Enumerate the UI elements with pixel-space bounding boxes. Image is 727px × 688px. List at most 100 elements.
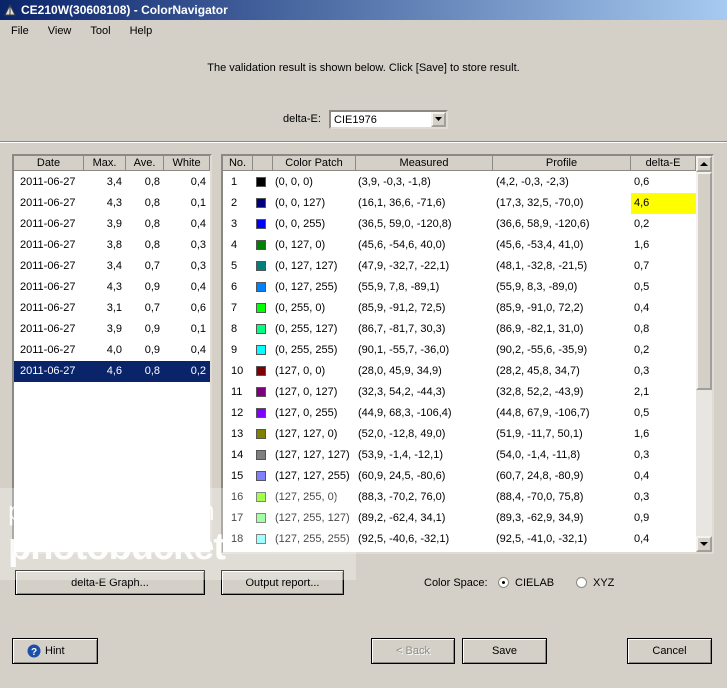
max-cell: 3,4 bbox=[106, 176, 122, 188]
table-row[interactable]: 2011-06-27 3,1 0,7 0,6 bbox=[14, 298, 210, 319]
no-cell: 4 bbox=[231, 239, 238, 251]
save-label: Save bbox=[491, 645, 518, 657]
hint-button[interactable]: ? Hint bbox=[12, 638, 98, 664]
white-cell: 0,4 bbox=[190, 218, 206, 230]
table-row[interactable]: 2011-06-27 3,9 0,8 0,4 bbox=[14, 214, 210, 235]
watermark-line2: photobucket bbox=[8, 526, 226, 568]
color-swatch bbox=[256, 219, 266, 229]
no-cell: 2 bbox=[231, 197, 238, 209]
color-patch-cell: (127, 0, 255) bbox=[275, 407, 338, 419]
table-row[interactable]: 2011-06-27 3,4 0,8 0,4 bbox=[14, 172, 210, 193]
table-row[interactable]: 14 (127, 127, 127) (53,9, -1,4, -12,1) (54,… bbox=[223, 445, 696, 466]
save-button[interactable]: Save bbox=[462, 638, 547, 664]
menu-help[interactable]: Help bbox=[122, 25, 161, 37]
measured-cell: (16,1, 36,6, -71,6) bbox=[358, 197, 446, 209]
delta-e-cell: 0,3 bbox=[634, 449, 650, 461]
white-cell: 0,4 bbox=[190, 344, 206, 356]
column-header-date[interactable]: Date bbox=[14, 156, 84, 171]
arrow-down-icon bbox=[700, 542, 708, 546]
measured-cell: (89,2, -62,4, 34,1) bbox=[358, 512, 446, 524]
table-row[interactable]: 5 (0, 127, 127) (47,9, -32,7, -22,1) (48,1,… bbox=[223, 256, 696, 277]
ave-cell: 0,9 bbox=[144, 281, 160, 293]
patch-table[interactable]: No. Color Patch Measured Profile delta-E… bbox=[221, 154, 714, 554]
color-swatch bbox=[256, 303, 266, 313]
column-header-ave[interactable]: Ave. bbox=[126, 156, 164, 171]
output-report-button[interactable]: Output report... bbox=[221, 570, 344, 595]
profile-cell: (48,1, -32,8, -21,5) bbox=[496, 260, 588, 272]
scroll-down-button[interactable] bbox=[696, 536, 712, 552]
table-row[interactable]: 13 (127, 127, 0) (52,0, -12,8, 49,0) (51,9,… bbox=[223, 424, 696, 445]
table-row[interactable]: 17 (127, 255, 127) (89,2, -62,4, 34,1) (89,… bbox=[223, 508, 696, 529]
menu-view[interactable]: View bbox=[40, 25, 80, 37]
table-row[interactable]: 1 (0, 0, 0) (3,9, -0,3, -1,8) (4,2, -0,3, -… bbox=[223, 172, 696, 193]
menu-file[interactable]: File bbox=[3, 25, 37, 37]
max-cell: 3,9 bbox=[106, 218, 122, 230]
color-patch-cell: (127, 127, 127) bbox=[275, 449, 350, 461]
scroll-up-button[interactable] bbox=[696, 156, 712, 172]
table-row[interactable]: 8 (0, 255, 127) (86,7, -81,7, 30,3) (86,9, … bbox=[223, 319, 696, 340]
cancel-button[interactable]: Cancel bbox=[627, 638, 712, 664]
dropdown-button[interactable] bbox=[431, 112, 446, 127]
column-header-no[interactable]: No. bbox=[223, 156, 253, 171]
column-header-color-patch[interactable]: Color Patch bbox=[273, 156, 356, 171]
color-patch-cell: (127, 0, 0) bbox=[275, 365, 326, 377]
table-row[interactable]: 10 (127, 0, 0) (28,0, 45,9, 34,9) (28,2, 45… bbox=[223, 361, 696, 382]
table-row[interactable]: 2011-06-27 3,8 0,8 0,3 bbox=[14, 235, 210, 256]
vertical-scrollbar[interactable] bbox=[696, 156, 712, 552]
menu-tool[interactable]: Tool bbox=[82, 25, 118, 37]
table-row[interactable]: 9 (0, 255, 255) (90,1, -55,7, -36,0) (90,2,… bbox=[223, 340, 696, 361]
svg-text:?: ? bbox=[31, 647, 37, 658]
no-cell: 1 bbox=[231, 176, 238, 188]
measured-cell: (53,9, -1,4, -12,1) bbox=[358, 449, 443, 461]
no-cell: 9 bbox=[231, 344, 238, 356]
ave-cell: 0,8 bbox=[144, 176, 160, 188]
no-cell: 10 bbox=[231, 365, 244, 377]
column-header-white[interactable]: White bbox=[164, 156, 210, 171]
table-row[interactable]: 4 (0, 127, 0) (45,6, -54,6, 40,0) (45,6, -5… bbox=[223, 235, 696, 256]
color-swatch bbox=[256, 282, 266, 292]
white-cell: 0,1 bbox=[190, 197, 206, 209]
table-row[interactable]: 2011-06-27 4,3 0,9 0,4 bbox=[14, 277, 210, 298]
table-row[interactable]: 2011-06-27 4,3 0,8 0,1 bbox=[14, 193, 210, 214]
delta-e-value: CIE1976 bbox=[334, 114, 377, 126]
table-row[interactable]: 16 (127, 255, 0) (88,3, -70,2, 76,0) (88,4,… bbox=[223, 487, 696, 508]
output-report-label: Output report... bbox=[245, 577, 320, 589]
delta-e-select[interactable]: CIE1976 bbox=[329, 110, 448, 129]
scroll-thumb[interactable] bbox=[696, 172, 712, 390]
no-cell: 18 bbox=[231, 533, 244, 545]
column-header-profile[interactable]: Profile bbox=[493, 156, 631, 171]
column-header-delta-e[interactable]: delta-E bbox=[631, 156, 696, 171]
column-header-max[interactable]: Max. bbox=[84, 156, 126, 171]
back-button[interactable]: < Back bbox=[371, 638, 455, 664]
max-cell: 4,3 bbox=[106, 281, 122, 293]
color-swatch bbox=[256, 513, 266, 523]
table-row[interactable]: 7 (0, 255, 0) (85,9, -91,2, 72,5) (85,9, -9… bbox=[223, 298, 696, 319]
table-row[interactable]: 12 (127, 0, 255) (44,9, 68,3, -106,4) (44,8… bbox=[223, 403, 696, 424]
table-row[interactable]: 6 (0, 127, 255) (55,9, 7,8, -89,1) (55,9, 8… bbox=[223, 277, 696, 298]
table-row[interactable]: 11 (127, 0, 127) (32,3, 54,2, -44,3) (32,8,… bbox=[223, 382, 696, 403]
measured-cell: (85,9, -91,2, 72,5) bbox=[358, 302, 446, 314]
radio-cielab[interactable] bbox=[498, 577, 509, 588]
table-row[interactable]: 2011-06-27 4,6 0,8 0,2 bbox=[14, 361, 210, 382]
table-row[interactable]: 2 (0, 0, 127) (16,1, 36,6, -71,6) (17,3, 32… bbox=[223, 193, 698, 214]
profile-cell: (44,8, 67,9, -106,7) bbox=[496, 407, 590, 419]
color-patch-cell: (127, 255, 255) bbox=[275, 533, 350, 545]
table-row[interactable]: 2011-06-27 3,4 0,7 0,3 bbox=[14, 256, 210, 277]
profile-cell: (90,2, -55,6, -35,9) bbox=[496, 344, 588, 356]
delta-e-graph-button[interactable]: delta-E Graph... bbox=[15, 570, 205, 595]
table-row[interactable]: 18 (127, 255, 255) (92,5, -40,6, -32,1) (92… bbox=[223, 529, 696, 550]
no-cell: 17 bbox=[231, 512, 244, 524]
profile-cell: (60,7, 24,8, -80,9) bbox=[496, 470, 584, 482]
history-table[interactable]: Date Max. Ave. White 2011-06-27 3,4 0,8 0,4… bbox=[12, 154, 212, 554]
column-header-swatch[interactable] bbox=[253, 156, 273, 171]
radio-xyz[interactable] bbox=[576, 577, 587, 588]
no-cell: 8 bbox=[231, 323, 238, 335]
column-header-measured[interactable]: Measured bbox=[356, 156, 493, 171]
no-cell: 3 bbox=[231, 218, 238, 230]
color-swatch bbox=[256, 240, 266, 250]
table-row[interactable]: 3 (0, 0, 255) (36,5, 59,0, -120,8) (36,6, 5… bbox=[223, 214, 696, 235]
table-row[interactable]: 15 (127, 127, 255) (60,9, 24,5, -80,6) (60,… bbox=[223, 466, 696, 487]
table-row[interactable]: 2011-06-27 3,9 0,9 0,1 bbox=[14, 319, 210, 340]
measured-cell: (47,9, -32,7, -22,1) bbox=[358, 260, 450, 272]
table-row[interactable]: 2011-06-27 4,0 0,9 0,4 bbox=[14, 340, 210, 361]
